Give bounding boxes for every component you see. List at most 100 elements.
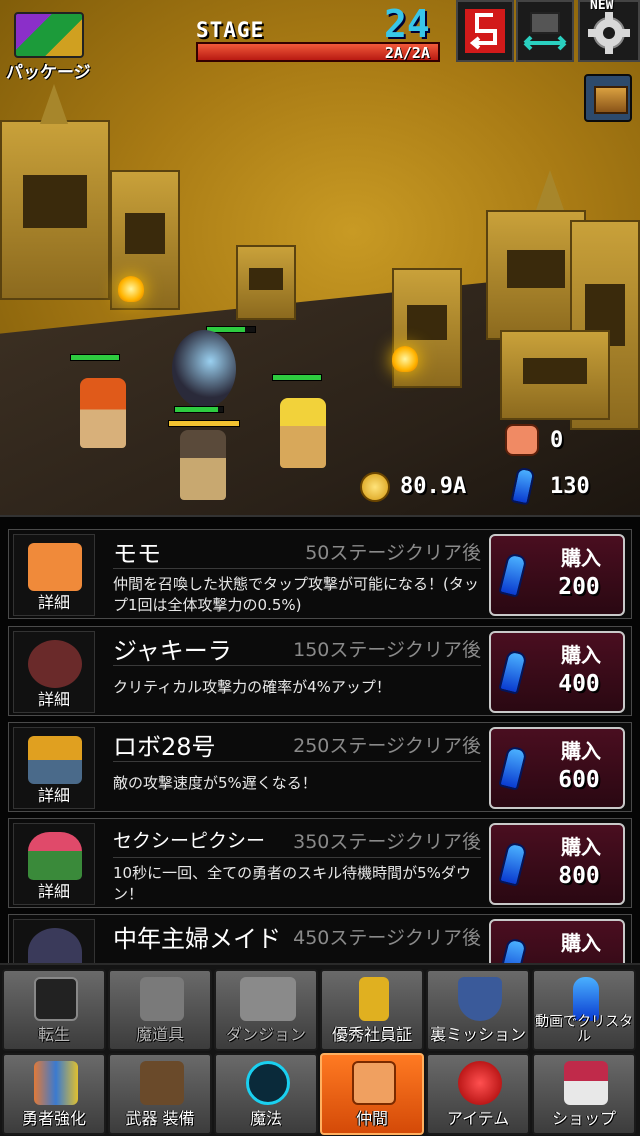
boss-hp-bar <box>168 420 240 427</box>
companion-description: 敵の攻撃速度が5%遅くなる！ <box>113 774 317 792</box>
hero-blonde[interactable] <box>280 398 326 468</box>
companion-row: 詳細 セクシーピクシー 350ステージクリア後 10秒に一回、全ての勇者のスキル… <box>8 818 632 908</box>
divider <box>113 857 481 858</box>
companion-name: ジャキーラ <box>113 637 232 665</box>
menu-employee-badge[interactable]: 優秀社員証 <box>320 969 424 1051</box>
chest-icon <box>564 1061 608 1105</box>
game-screen: パッケージ STAGE 24 2A/2A NEW 0 80.9A 130 詳細 … <box>0 0 640 1136</box>
gear-icon <box>588 12 630 54</box>
crystal-icon <box>498 841 528 887</box>
package-label: パッケージ <box>6 63 91 83</box>
menu-label: ショップ <box>551 1109 616 1128</box>
buy-price: 400 <box>558 671 600 697</box>
magic-tool-icon <box>140 977 184 1021</box>
brazier-fire <box>392 346 418 372</box>
buy-label: 購入 <box>561 643 601 667</box>
menu-dungeon[interactable]: ダンジョン <box>214 969 318 1051</box>
menu-magic[interactable]: 魔法 <box>214 1053 318 1135</box>
paw-icon <box>505 424 539 456</box>
buy-label: 購入 <box>561 931 601 955</box>
companion-row: 詳細 ジャキーラ 150ステージクリア後 クリティカル攻撃力の確率が4%アップ！… <box>8 626 632 716</box>
coin-icon <box>360 472 390 502</box>
menu-weapons[interactable]: 武器 装備 <box>108 1053 212 1135</box>
companion-row: 中年主婦メイド 450ステージクリア後 購入 <box>8 914 632 963</box>
buy-button[interactable]: 購入 800 <box>489 823 625 905</box>
return-button[interactable] <box>456 0 514 62</box>
menu-magic-tools[interactable]: 魔道具 <box>108 969 212 1051</box>
buy-button[interactable]: 購入 600 <box>489 727 625 809</box>
buy-label: 購入 <box>561 835 601 859</box>
cart-arrows-icon <box>523 12 567 51</box>
menu-label: 魔法 <box>249 1109 282 1128</box>
companion-name: 中年主婦メイド <box>113 925 281 953</box>
buy-price: 600 <box>558 767 600 793</box>
return-arrow-icon <box>465 9 505 53</box>
silhouette-icon <box>34 977 78 1021</box>
companion-name: モモ <box>113 540 161 568</box>
package-button[interactable]: パッケージ <box>6 8 96 83</box>
menu-secret-mission[interactable]: 裏ミッション <box>426 969 530 1051</box>
menu-shop[interactable]: ショップ <box>532 1053 636 1135</box>
menu-label: 勇者強化 <box>21 1109 86 1128</box>
buy-button[interactable]: 購入 <box>489 919 625 963</box>
treasure-chest-button[interactable] <box>584 74 632 122</box>
companion-detail-button[interactable]: 詳細 <box>13 823 95 905</box>
enemy-dark-armor[interactable] <box>172 330 236 408</box>
buy-button[interactable]: 購入 400 <box>489 631 625 713</box>
unlock-requirement: 350ステージクリア後 <box>293 831 481 853</box>
magic-circle-icon <box>246 1061 290 1105</box>
dungeon-icon <box>240 977 296 1021</box>
menu-label: 動画でクリスタル <box>535 1014 633 1045</box>
enemy-hp-bar <box>70 354 120 361</box>
menu-video-crystal[interactable]: 動画でクリスタル <box>532 969 636 1051</box>
robot-icon <box>28 736 82 784</box>
temple-center <box>236 245 296 320</box>
companion-row: 詳細 ロボ28号 250ステージクリア後 敵の攻撃速度が5%遅くなる！ 購入 6… <box>8 722 632 812</box>
paw-count: 0 <box>550 428 564 453</box>
menu-label: 優秀社員証 <box>331 1025 412 1044</box>
temple-left <box>0 120 110 300</box>
companion-description: 仲間を召喚した状態でタップ攻撃が可能になる！(タップ1回は全体攻撃力の0.5%) <box>113 575 479 614</box>
buy-button[interactable]: 購入 200 <box>489 534 625 616</box>
menu-reincarnation[interactable]: 転生 <box>2 969 106 1051</box>
buy-price: 200 <box>558 574 600 600</box>
companion-list[interactable]: 詳細 モモ 50ステージクリア後 仲間を召喚した状態でタップ攻撃が可能になる！(… <box>0 515 640 963</box>
companion-detail-button[interactable]: 詳細 <box>13 534 95 616</box>
unlock-requirement: 50ステージクリア後 <box>305 542 481 564</box>
companion-detail-button[interactable]: 詳細 <box>13 631 95 713</box>
menu-label: 裏ミッション <box>429 1025 526 1044</box>
unlock-requirement: 150ステージクリア後 <box>293 639 481 661</box>
companion-name: ロボ28号 <box>113 733 216 761</box>
menu-label: アイテム <box>446 1109 510 1128</box>
buy-price: 800 <box>558 863 600 889</box>
temple-stairs <box>500 330 610 420</box>
stage-label: STAGE <box>196 18 265 42</box>
detail-label: 詳細 <box>37 882 70 901</box>
shield-icon <box>458 977 502 1021</box>
crystal-icon <box>498 649 528 695</box>
menu-items[interactable]: アイテム <box>426 1053 530 1135</box>
hero-brown[interactable] <box>180 430 226 500</box>
hero-hp-bar <box>174 406 224 413</box>
weapons-icon <box>140 1061 184 1105</box>
coin-count: 80.9A <box>400 474 467 499</box>
unlock-requirement: 450ステージクリア後 <box>293 927 481 949</box>
companion-name: セクシーピクシー <box>113 830 266 852</box>
unlock-requirement: 250ステージクリア後 <box>293 735 481 757</box>
menu-hero-upgrade[interactable]: 勇者強化 <box>2 1053 106 1135</box>
companion-detail-button[interactable]: 詳細 <box>13 727 95 809</box>
companion-cat-icon <box>352 1061 396 1105</box>
menu-companions[interactable]: 仲間 <box>320 1053 424 1135</box>
detail-label: 詳細 <box>37 690 70 709</box>
speed-toggle-button[interactable] <box>516 0 574 62</box>
companion-description: クリティカル攻撃力の確率が4%アップ！ <box>113 678 391 696</box>
battle-scene[interactable]: パッケージ STAGE 24 2A/2A NEW 0 80.9A 130 <box>0 0 640 515</box>
brazier-fire <box>118 276 144 302</box>
hero-redhair[interactable] <box>80 378 126 448</box>
companion-detail-button[interactable] <box>13 919 95 963</box>
heroes-icon <box>34 1061 78 1105</box>
detail-label: 詳細 <box>37 786 70 805</box>
crystal-icon <box>498 745 528 791</box>
gift-box-icon <box>14 12 84 58</box>
menu-label: ダンジョン <box>225 1025 306 1044</box>
